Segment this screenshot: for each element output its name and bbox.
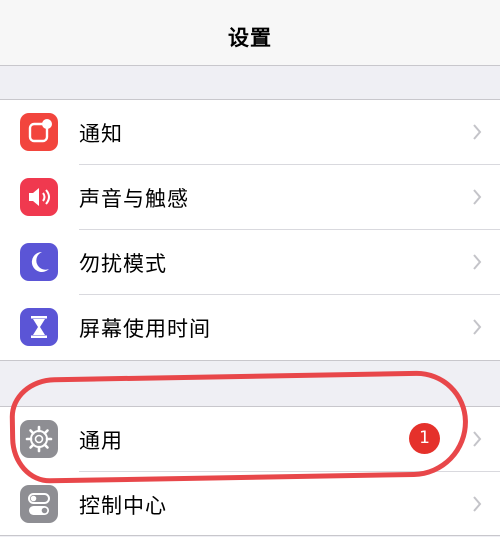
speaker-icon: [20, 178, 58, 216]
settings-row-label: 声音与触感: [79, 187, 189, 211]
chevron-right-icon: [473, 254, 482, 270]
settings-row-label: 通用: [79, 429, 123, 453]
settings-row-notifications[interactable]: 通知: [0, 100, 500, 165]
chevron-right-icon: [473, 124, 482, 140]
chevron-right-icon: [473, 496, 482, 512]
settings-row-control-center[interactable]: 控制中心: [0, 472, 500, 537]
toggles-icon: [20, 485, 58, 523]
settings-row-label: 勿扰模式: [79, 252, 167, 276]
settings-row-label: 屏幕使用时间: [79, 317, 211, 341]
settings-row-screen-time[interactable]: 屏幕使用时间: [0, 295, 500, 360]
settings-group-1: 通知 声音与触感 勿扰模式 屏幕使用时间: [0, 99, 500, 361]
chevron-right-icon: [473, 319, 482, 335]
settings-row-do-not-disturb[interactable]: 勿扰模式: [0, 230, 500, 295]
moon-icon: [20, 243, 58, 281]
navigation-bar: 设置: [0, 0, 500, 66]
page-title: 设置: [228, 26, 272, 50]
settings-row-sounds[interactable]: 声音与触感: [0, 165, 500, 230]
chevron-right-icon: [473, 189, 482, 205]
settings-row-label: 控制中心: [79, 494, 167, 518]
gear-icon: [20, 420, 58, 458]
update-badge: 1: [409, 423, 440, 454]
settings-row-label: 通知: [79, 122, 123, 146]
hourglass-icon: [20, 308, 58, 346]
notifications-icon: [20, 113, 58, 151]
chevron-right-icon: [473, 431, 482, 447]
